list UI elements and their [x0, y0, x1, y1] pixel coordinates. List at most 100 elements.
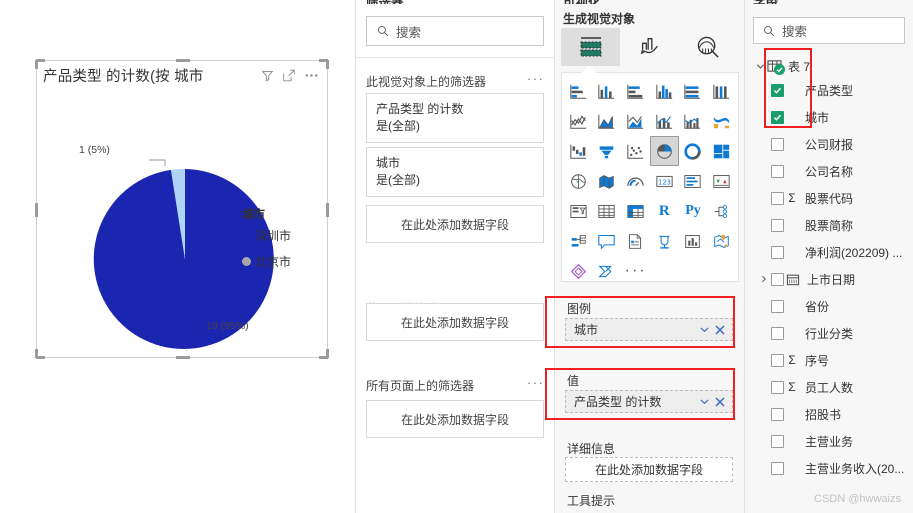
visual-type-python-visual[interactable]: Py [679, 196, 708, 226]
filters-section-more-all-pages[interactable]: ··· [527, 375, 545, 390]
pie-chart-visual[interactable]: 产品类型 的计数(按 城市 1 (5%) 19 (95%) 城市 深圳市 北京市 [35, 59, 329, 359]
visual-type-matrix[interactable] [621, 196, 650, 226]
visual-type-stacked-column-chart[interactable] [593, 76, 622, 106]
visual-type-power-automate[interactable] [593, 256, 622, 286]
filter-icon[interactable] [261, 69, 274, 82]
field-row[interactable]: 招股书 [745, 402, 913, 426]
field-row[interactable]: Σ 员工人数 [745, 375, 913, 399]
fields-table-node[interactable]: 表 7 [745, 54, 913, 78]
visual-type-gauge-chart[interactable] [621, 166, 650, 196]
visual-type-donut-chart[interactable] [679, 136, 708, 166]
analytics-tab[interactable] [679, 28, 738, 66]
format-visual-tab[interactable] [620, 28, 679, 66]
field-row[interactable]: 股票简称 [745, 213, 913, 237]
filters-dropzone-all-pages[interactable]: 在此处添加数据字段 [366, 400, 544, 438]
visual-type-power-apps[interactable] [564, 256, 593, 286]
field-row[interactable]: 主营业务收入(20... [745, 456, 913, 480]
field-checkbox[interactable] [771, 299, 784, 313]
field-checkbox[interactable] [771, 218, 784, 232]
field-checkbox[interactable] [771, 245, 784, 259]
visual-type-ribbon-chart[interactable] [707, 106, 736, 136]
field-checkbox[interactable] [771, 380, 784, 394]
well-dropzone-details[interactable]: 在此处添加数据字段 [565, 457, 733, 482]
chevron-down-icon[interactable] [699, 324, 710, 335]
filters-dropzone-page[interactable]: 在此处添加数据字段 [366, 303, 544, 341]
visual-type-100-stacked-column-chart[interactable] [707, 76, 736, 106]
field-row[interactable]: 省份 [745, 294, 913, 318]
legend-item-shenzhen[interactable]: 深圳市 [242, 227, 291, 244]
field-row[interactable]: 净利润(202209) ... [745, 240, 913, 264]
visual-type-key-influencers[interactable] [564, 226, 593, 256]
report-canvas[interactable]: 产品类型 的计数(按 城市 1 (5%) 19 (95%) 城市 深圳市 北京市 [0, 0, 355, 513]
visual-type-100-stacked-bar-chart[interactable] [679, 76, 708, 106]
well-field-legend[interactable]: 城市 [565, 318, 733, 341]
field-checkbox[interactable] [771, 272, 784, 286]
visual-type-filled-map[interactable] [593, 166, 622, 196]
filter-card-count-product-type[interactable]: 产品类型 的计数 是(全部) [366, 93, 544, 143]
field-row[interactable]: 公司财报 [745, 132, 913, 156]
field-checkbox[interactable] [771, 164, 784, 178]
filter-card-city[interactable]: 城市 是(全部) [366, 147, 544, 197]
visual-type-more-visuals[interactable]: ··· [621, 256, 650, 286]
field-row[interactable]: 产品类型 [745, 78, 913, 102]
chevron-right-icon[interactable] [757, 275, 771, 283]
fields-search-input[interactable]: 搜索 [753, 17, 905, 44]
visual-type-line-stacked-column-chart[interactable] [650, 106, 679, 136]
visual-type-pie-chart[interactable] [649, 136, 679, 166]
chevron-down-icon[interactable] [753, 62, 767, 71]
visual-type-arcgis-map[interactable] [707, 226, 736, 256]
field-checkbox[interactable] [771, 326, 784, 340]
field-row[interactable]: 上市日期 [745, 267, 913, 291]
build-visual-tab[interactable] [561, 28, 620, 66]
visual-type-card[interactable]: 123 [650, 166, 679, 196]
visual-type-paginated-report[interactable] [621, 226, 650, 256]
field-checkbox[interactable] [771, 353, 784, 367]
filters-section-more-visual[interactable]: ··· [527, 71, 545, 86]
visual-type-treemap[interactable] [707, 136, 736, 166]
filters-search-input[interactable]: 搜索 [366, 16, 544, 46]
field-checkbox[interactable] [771, 137, 784, 151]
legend-item-beijing[interactable]: 北京市 [242, 253, 291, 270]
resize-handle-bottom[interactable] [176, 356, 190, 359]
field-row[interactable]: Σ 序号 [745, 348, 913, 372]
visual-type-metrics[interactable] [679, 226, 708, 256]
field-checkbox[interactable] [771, 407, 784, 421]
visual-type-area-chart[interactable] [593, 106, 622, 136]
visual-type-line-clustered-column-chart[interactable] [679, 106, 708, 136]
filters-dropzone-visual[interactable]: 在此处添加数据字段 [366, 205, 544, 243]
field-checkbox[interactable] [771, 83, 784, 97]
visual-type-stacked-area-chart[interactable] [621, 106, 650, 136]
field-row[interactable]: 公司名称 [745, 159, 913, 183]
field-row[interactable]: 行业分类 [745, 321, 913, 345]
remove-field-icon[interactable] [714, 324, 726, 336]
visual-type-line-chart[interactable] [564, 106, 593, 136]
field-checkbox[interactable] [771, 110, 784, 124]
visual-type-waterfall-chart[interactable] [564, 136, 593, 166]
field-row[interactable]: 主营业务 [745, 429, 913, 453]
visual-type-scatter-chart[interactable] [621, 136, 650, 166]
visual-type-slicer[interactable] [564, 196, 593, 226]
field-checkbox[interactable] [771, 191, 784, 205]
visual-type-multi-row-card[interactable] [679, 166, 708, 196]
field-row[interactable]: Σ 股票代码 [745, 186, 913, 210]
visual-type-q-and-a[interactable] [650, 226, 679, 256]
visual-type-clustered-bar-chart[interactable] [621, 76, 650, 106]
visual-type-kpi[interactable] [707, 166, 736, 196]
well-field-values[interactable]: 产品类型 的计数 [565, 390, 733, 413]
visual-type-funnel-chart[interactable] [593, 136, 622, 166]
chevron-down-icon[interactable] [699, 396, 710, 407]
visual-type-clustered-column-chart[interactable] [650, 76, 679, 106]
visual-type-decomposition-tree[interactable] [707, 196, 736, 226]
visual-type-gallery[interactable]: 123 R Py ··· [561, 72, 739, 282]
visual-type-table[interactable] [593, 196, 622, 226]
visual-type-map[interactable] [564, 166, 593, 196]
field-row[interactable]: 城市 [745, 105, 913, 129]
visual-type-stacked-bar-chart[interactable] [564, 76, 593, 106]
field-checkbox[interactable] [771, 461, 784, 475]
visual-type-smart-narrative[interactable] [593, 226, 622, 256]
remove-field-icon[interactable] [714, 396, 726, 408]
focus-mode-icon[interactable] [282, 69, 296, 82]
visual-type-r-script-visual[interactable]: R [650, 196, 679, 226]
more-options-icon[interactable] [304, 73, 319, 78]
field-checkbox[interactable] [771, 434, 784, 448]
